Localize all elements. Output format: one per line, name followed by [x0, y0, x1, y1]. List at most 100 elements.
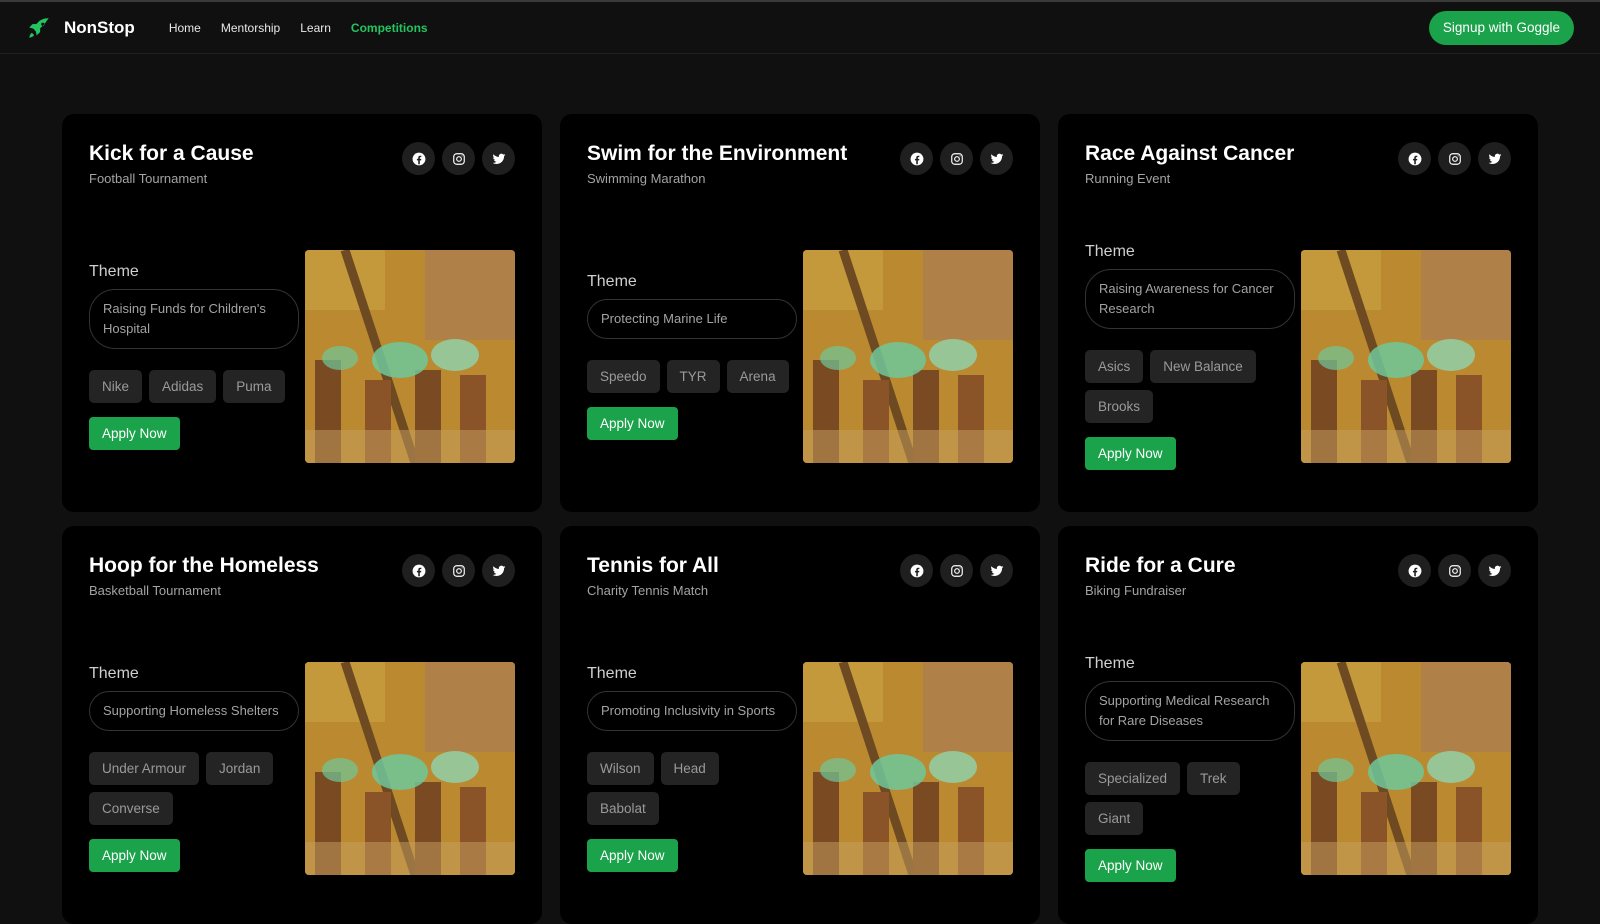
instagram-icon[interactable]: [940, 554, 973, 587]
sponsor-tag: Brooks: [1085, 389, 1154, 423]
facebook-icon[interactable]: [402, 554, 435, 587]
sponsor-tag: Adidas: [149, 369, 217, 403]
signup-button[interactable]: Signup with Goggle: [1428, 10, 1574, 45]
sponsor-tag: Under Armour: [89, 751, 200, 785]
apply-now-button[interactable]: Apply Now: [1085, 848, 1176, 882]
social-links: [900, 554, 1013, 587]
apply-now-button[interactable]: Apply Now: [1085, 436, 1176, 470]
theme-pill: Protecting Marine Life: [587, 298, 797, 339]
instagram-icon[interactable]: [442, 554, 475, 587]
nav-link-learn[interactable]: Learn: [300, 21, 331, 35]
theme-label: Theme: [587, 272, 637, 290]
card-header: Kick for a Cause Football Tournament: [89, 142, 515, 186]
card-heading: Tennis for All Charity Tennis Match: [587, 554, 719, 598]
card-subtitle: Football Tournament: [89, 171, 208, 186]
sponsor-tag: Trek: [1187, 761, 1240, 795]
card-title: Ride for a Cure: [1085, 554, 1236, 577]
twitter-icon[interactable]: [1478, 142, 1511, 175]
theme-pill: Supporting Medical Research for Rare Dis…: [1085, 680, 1295, 741]
sponsor-tag: Nike: [89, 369, 143, 403]
card-body: Theme Raising Funds for Children's Hospi…: [89, 212, 515, 500]
card-heading: Hoop for the Homeless Basketball Tournam…: [89, 554, 319, 598]
nav-link-mentorship[interactable]: Mentorship: [221, 21, 280, 35]
competition-card: Swim for the Environment Swimming Marath…: [560, 114, 1040, 512]
card-subtitle: Biking Fundraiser: [1085, 583, 1187, 598]
twitter-icon[interactable]: [482, 142, 515, 175]
twitter-icon[interactable]: [980, 554, 1013, 587]
card-body: Theme Supporting Homeless Shelters Under…: [89, 624, 515, 912]
card-details: Theme Raising Funds for Children's Hospi…: [89, 263, 299, 450]
event-image: [1301, 661, 1511, 875]
competition-card: Hoop for the Homeless Basketball Tournam…: [62, 526, 542, 924]
card-heading: Race Against Cancer Running Event: [1085, 142, 1294, 186]
theme-label: Theme: [1085, 242, 1135, 260]
nav-link-competitions[interactable]: Competitions: [351, 21, 428, 35]
brand-name: NonStop: [64, 17, 135, 37]
rocket-icon: [26, 15, 52, 41]
competition-card: Kick for a Cause Football Tournament The…: [62, 114, 542, 512]
card-header: Ride for a Cure Biking Fundraiser: [1085, 554, 1511, 598]
sponsor-tag: Jordan: [206, 751, 274, 785]
nav-link-home[interactable]: Home: [169, 21, 201, 35]
card-header: Tennis for All Charity Tennis Match: [587, 554, 1013, 598]
sponsor-tag: TYR: [666, 359, 720, 393]
event-image-art: [305, 661, 515, 875]
social-links: [402, 554, 515, 587]
sponsor-tags: Specialized Trek Giant: [1085, 761, 1295, 835]
event-image-art: [1301, 661, 1511, 875]
social-links: [900, 142, 1013, 175]
apply-now-button[interactable]: Apply Now: [587, 838, 678, 872]
apply-now-button[interactable]: Apply Now: [587, 406, 678, 440]
card-body: Theme Protecting Marine Life Speedo TYR Ar…: [587, 212, 1013, 500]
card-title: Swim for the Environment: [587, 142, 848, 165]
facebook-icon[interactable]: [900, 142, 933, 175]
card-heading: Kick for a Cause Football Tournament: [89, 142, 254, 186]
card-details: Theme Raising Awareness for Cancer Resea…: [1085, 243, 1295, 470]
card-title: Race Against Cancer: [1085, 142, 1295, 165]
sponsor-tag: Converse: [89, 791, 173, 825]
sponsor-tags: Nike Adidas Puma: [89, 369, 299, 403]
card-body: Theme Supporting Medical Research for Ra…: [1085, 624, 1511, 912]
theme-label: Theme: [89, 262, 139, 280]
sponsor-tag: Specialized: [1085, 761, 1181, 795]
navbar: NonStop Home Mentorship Learn Competitio…: [0, 2, 1600, 54]
event-image: [803, 661, 1013, 875]
event-image: [305, 661, 515, 875]
sponsor-tag: Giant: [1085, 801, 1144, 835]
card-details: Theme Promoting Inclusivity in Sports Wi…: [587, 665, 797, 872]
event-image: [1301, 249, 1511, 463]
logo[interactable]: NonStop: [26, 15, 135, 41]
card-header: Swim for the Environment Swimming Marath…: [587, 142, 1013, 186]
card-subtitle: Running Event: [1085, 171, 1171, 186]
twitter-icon[interactable]: [482, 554, 515, 587]
twitter-icon[interactable]: [1478, 554, 1511, 587]
competition-card: Tennis for All Charity Tennis Match Them…: [560, 526, 1040, 924]
card-body: Theme Raising Awareness for Cancer Resea…: [1085, 212, 1511, 500]
facebook-icon[interactable]: [1398, 554, 1431, 587]
event-image-art: [803, 661, 1013, 875]
theme-label: Theme: [89, 664, 139, 682]
theme-pill: Supporting Homeless Shelters: [89, 690, 299, 731]
card-title: Kick for a Cause: [89, 142, 254, 165]
instagram-icon[interactable]: [1438, 554, 1471, 587]
theme-pill: Promoting Inclusivity in Sports: [587, 690, 797, 731]
twitter-icon[interactable]: [980, 142, 1013, 175]
card-subtitle: Charity Tennis Match: [587, 583, 709, 598]
apply-now-button[interactable]: Apply Now: [89, 416, 180, 450]
sponsor-tags: Wilson Head Babolat: [587, 751, 797, 825]
card-subtitle: Basketball Tournament: [89, 583, 222, 598]
card-details: Theme Supporting Medical Research for Ra…: [1085, 655, 1295, 882]
facebook-icon[interactable]: [900, 554, 933, 587]
instagram-icon[interactable]: [1438, 142, 1471, 175]
instagram-icon[interactable]: [442, 142, 475, 175]
facebook-icon[interactable]: [1398, 142, 1431, 175]
sponsor-tag: Head: [660, 751, 719, 785]
card-title: Hoop for the Homeless: [89, 554, 319, 577]
social-links: [1398, 554, 1511, 587]
facebook-icon[interactable]: [402, 142, 435, 175]
theme-label: Theme: [1085, 654, 1135, 672]
card-details: Theme Protecting Marine Life Speedo TYR Ar…: [587, 273, 797, 440]
nav-links: Home Mentorship Learn Competitions: [169, 21, 428, 35]
instagram-icon[interactable]: [940, 142, 973, 175]
apply-now-button[interactable]: Apply Now: [89, 838, 180, 872]
